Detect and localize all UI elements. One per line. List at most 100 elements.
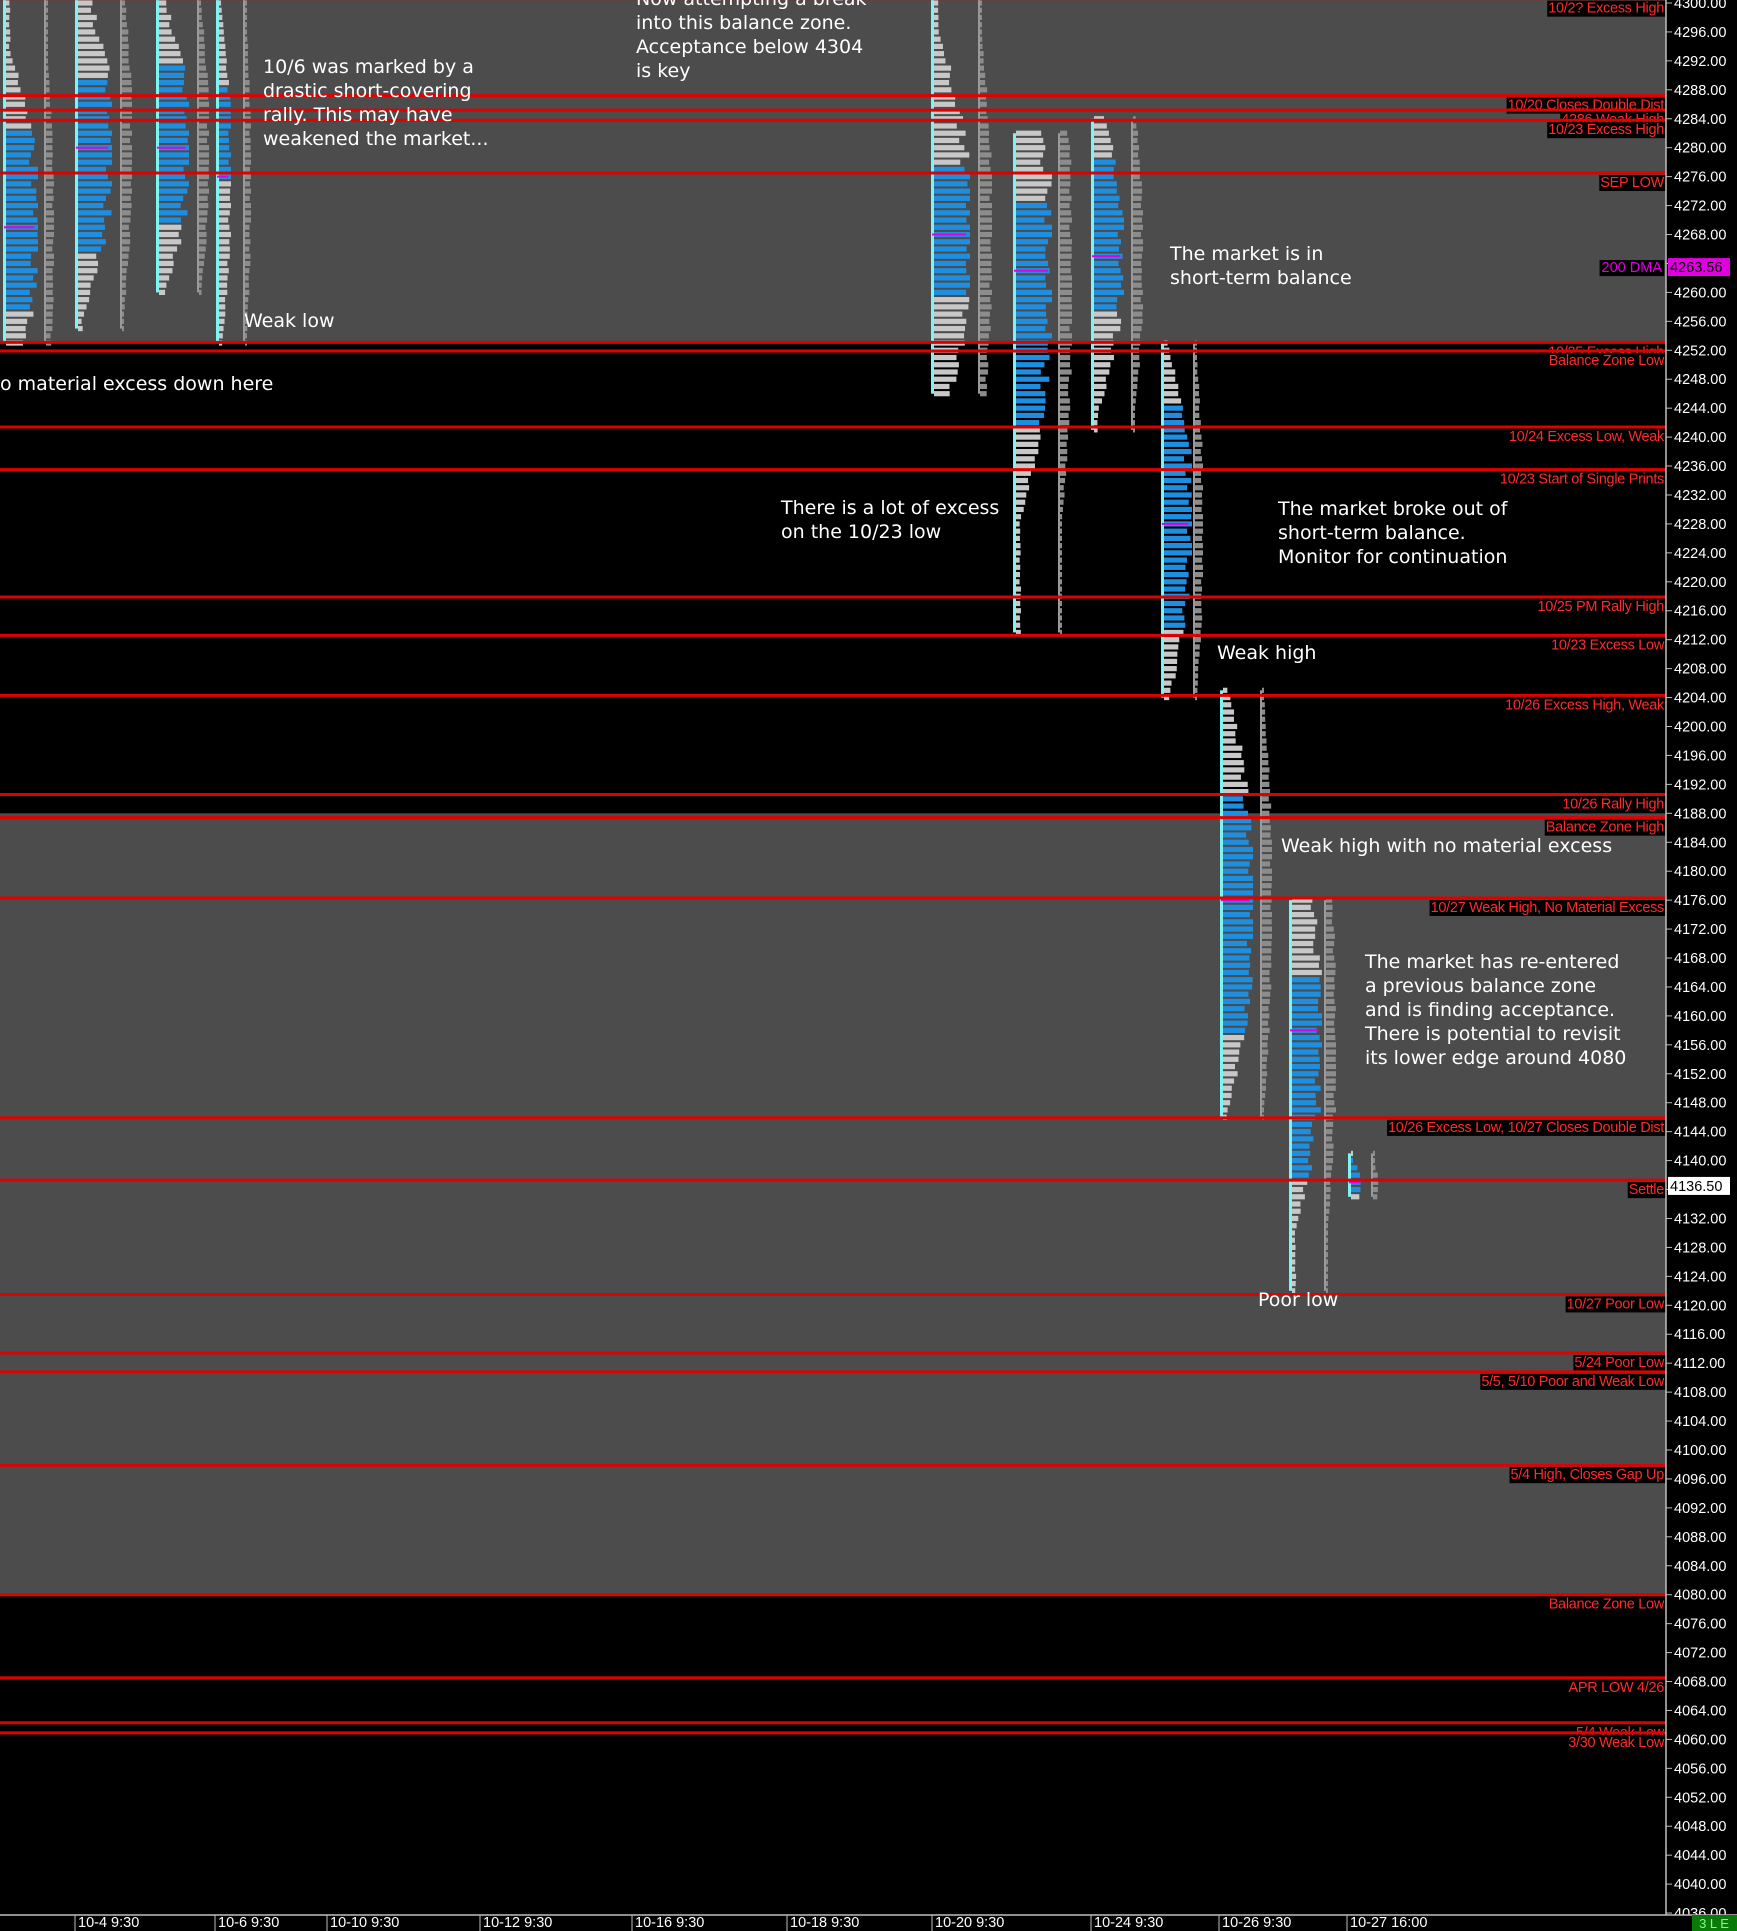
profile-bar xyxy=(78,311,85,317)
volume-bar xyxy=(1195,651,1200,657)
profile-bar xyxy=(1016,586,1021,592)
volume-bar xyxy=(980,246,991,252)
profile-bar xyxy=(1292,1129,1311,1135)
profile-bar xyxy=(934,101,956,107)
volume-bar xyxy=(1133,202,1141,209)
price-tick-label: 4040.00 xyxy=(1674,1877,1726,1893)
profile-bar xyxy=(159,51,181,57)
volume-bar xyxy=(245,333,247,339)
level-label: Balance Zone Low xyxy=(1549,1597,1665,1613)
level-label: 5/4 High, Closes Gap Up xyxy=(1511,1467,1665,1483)
price-tick-label: 4288.00 xyxy=(1674,83,1726,99)
profile-bar xyxy=(6,195,37,201)
profile-bar xyxy=(78,29,96,35)
profile-bar xyxy=(1292,904,1311,910)
profile-bar xyxy=(1223,883,1253,889)
volume-bar xyxy=(1326,1223,1328,1229)
profile-bar xyxy=(78,51,105,57)
profile-bar xyxy=(219,231,231,238)
profile-bar xyxy=(159,224,182,230)
volume-bar xyxy=(122,217,131,223)
profile-bar xyxy=(1164,506,1192,513)
price-tick-label: 4224.00 xyxy=(1674,546,1726,562)
profile-bar xyxy=(1292,1201,1301,1207)
price-tick-label: 4236.00 xyxy=(1674,459,1726,475)
volume-bar xyxy=(122,181,131,187)
profile-bar xyxy=(1094,297,1118,303)
level-label: 5/5, 5/10 Poor and Weak Low xyxy=(1481,1374,1665,1390)
profile-bar xyxy=(6,318,28,324)
profile-bar xyxy=(1223,716,1234,722)
profile-bar xyxy=(78,246,102,252)
volume-bar xyxy=(980,297,991,303)
annotation-text: short-term balance xyxy=(1170,267,1352,289)
profile-bar xyxy=(1223,984,1253,990)
volume-bar xyxy=(980,282,990,288)
volume-bar xyxy=(1262,904,1271,910)
volume-bar xyxy=(980,354,987,361)
profile-bar xyxy=(934,14,939,21)
profile-bar xyxy=(1164,383,1179,390)
price-tick-label: 4128.00 xyxy=(1674,1240,1726,1256)
profile-bar xyxy=(1164,477,1192,484)
profile-bar xyxy=(934,210,970,216)
profile-bar xyxy=(1292,1035,1320,1041)
profile-bar xyxy=(1094,420,1098,426)
profile-bar xyxy=(159,152,189,158)
profile-bar xyxy=(1223,1063,1236,1070)
volume-bar xyxy=(199,65,207,71)
volume-bar xyxy=(1133,123,1137,129)
profile-bar xyxy=(159,174,186,180)
volume-bar xyxy=(245,65,249,71)
volume-bar xyxy=(122,195,131,201)
volume-bar xyxy=(199,43,205,50)
volume-bar xyxy=(245,130,250,136)
volume-bar xyxy=(1060,253,1072,259)
profile-bar xyxy=(1292,991,1321,997)
volume-bar xyxy=(1262,1035,1269,1041)
profile-bar xyxy=(1223,1071,1238,1077)
volume-bar xyxy=(1262,1027,1270,1033)
profile-bar xyxy=(1223,948,1252,954)
volume-bar xyxy=(1262,1078,1267,1084)
volume-bar xyxy=(199,239,207,245)
volume-bar xyxy=(1262,1056,1268,1062)
volume-bar xyxy=(1262,1107,1264,1113)
volume-bar xyxy=(1326,1136,1333,1142)
price-tick-label: 4140.00 xyxy=(1674,1154,1726,1170)
profile-bar xyxy=(1016,456,1035,462)
volume-bar xyxy=(199,174,209,180)
profile-bar xyxy=(1094,166,1114,173)
volume-bar xyxy=(245,246,250,252)
volume-bar xyxy=(1060,463,1066,469)
volume-bar xyxy=(1262,1049,1269,1055)
profile-bar xyxy=(1164,369,1176,375)
profile-bar xyxy=(1164,420,1185,426)
volume-bar xyxy=(1326,1092,1334,1099)
profile-bar xyxy=(78,166,106,173)
volume-bar xyxy=(1195,615,1203,621)
profile-bar xyxy=(1223,1100,1231,1106)
profile-bar xyxy=(159,260,174,267)
profile-bar xyxy=(1223,825,1252,831)
profile-bar xyxy=(219,217,229,223)
profile-bar xyxy=(1164,637,1180,643)
profile-bar xyxy=(1164,622,1186,628)
profile-bar xyxy=(1223,774,1241,780)
profile-bar xyxy=(1292,1071,1319,1077)
volume-bar xyxy=(1133,159,1140,165)
profile-bar xyxy=(1016,398,1046,404)
volume-bar xyxy=(1262,962,1272,968)
volume-bar xyxy=(46,29,48,35)
volume-bar xyxy=(199,166,209,173)
profile-bar xyxy=(1292,948,1314,954)
profile-bar xyxy=(6,101,25,107)
market-profile-chart[interactable]: 10/2? Excess High10/20 Closes Double Dis… xyxy=(0,0,1737,1931)
profile-bar xyxy=(1292,1085,1321,1091)
volume-bar xyxy=(1326,1186,1331,1193)
profile-bar xyxy=(1164,434,1188,440)
volume-bar xyxy=(1195,543,1203,549)
volume-bar xyxy=(46,239,54,245)
price-tick-label: 4092.00 xyxy=(1674,1501,1726,1517)
profile-bar xyxy=(1016,485,1030,491)
